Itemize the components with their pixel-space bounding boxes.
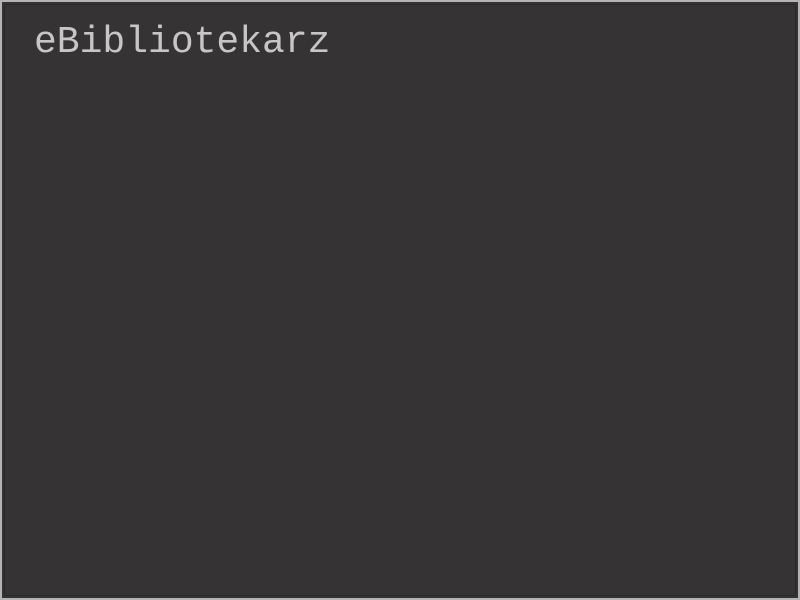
window-inner-frame xyxy=(4,4,796,596)
app-title: eBibliotekarz xyxy=(34,21,331,64)
app-window: eBibliotekarz xyxy=(0,0,800,600)
